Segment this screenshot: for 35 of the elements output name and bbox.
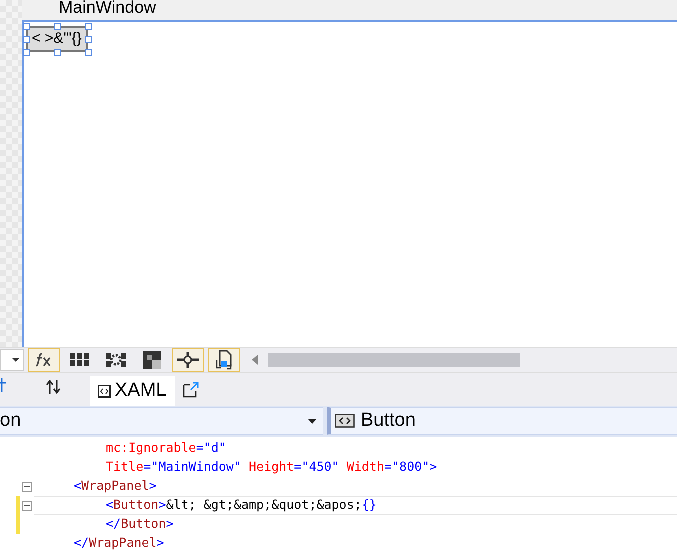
swap-arrows-icon[interactable]: [46, 380, 62, 394]
code-line: <WrapPanel>: [73, 477, 157, 496]
horizontal-scrollbar[interactable]: [268, 353, 520, 367]
document-refresh-icon: [215, 350, 233, 370]
zoom-dropdown[interactable]: [0, 349, 24, 371]
grid-gear-icon: [106, 353, 126, 367]
collapse-toggle[interactable]: [22, 482, 32, 492]
plus-icon[interactable]: [0, 378, 6, 392]
scroll-left-icon[interactable]: [252, 355, 258, 365]
code-line: Title="MainWindow" Height="450" Width="800">: [105, 458, 438, 476]
wpf-button[interactable]: < >&"'{}: [26, 26, 88, 52]
element-icon: [335, 414, 355, 428]
code-line: mc:Ignorable="d": [105, 439, 226, 458]
code-icon: [98, 384, 111, 398]
navigation-dropdown[interactable]: Button: [327, 407, 677, 435]
toolbar-toggle[interactable]: [172, 348, 204, 372]
code-line: </WrapPanel>: [73, 534, 164, 552]
collapse-toggle[interactable]: [22, 500, 32, 510]
window-title: MainWindow: [59, 0, 158, 17]
resize-handle[interactable]: [54, 49, 61, 56]
navigation-dropdown[interactable]: on: [0, 407, 323, 435]
dropdown-caret-icon: [308, 418, 317, 424]
dropdown-caret-icon: [12, 358, 20, 362]
code-line: </Button>: [105, 515, 174, 534]
xaml-tab[interactable]: XAML: [90, 376, 175, 406]
dropdown-value: on: [0, 408, 22, 433]
popout-icon[interactable]: [182, 382, 199, 398]
toolbar-toggle[interactable]: [208, 348, 240, 372]
snap-crosshair-icon: [177, 352, 199, 368]
dropdown-value: Button: [361, 408, 417, 433]
checker-icon: [143, 351, 161, 369]
toolbar-toggle[interactable]: [28, 348, 60, 372]
code-line: <Button>&lt; &gt;&amp;&quot;&apos;{}: [105, 496, 377, 514]
resize-handle[interactable]: [54, 23, 61, 30]
grid-icon: [70, 353, 90, 367]
